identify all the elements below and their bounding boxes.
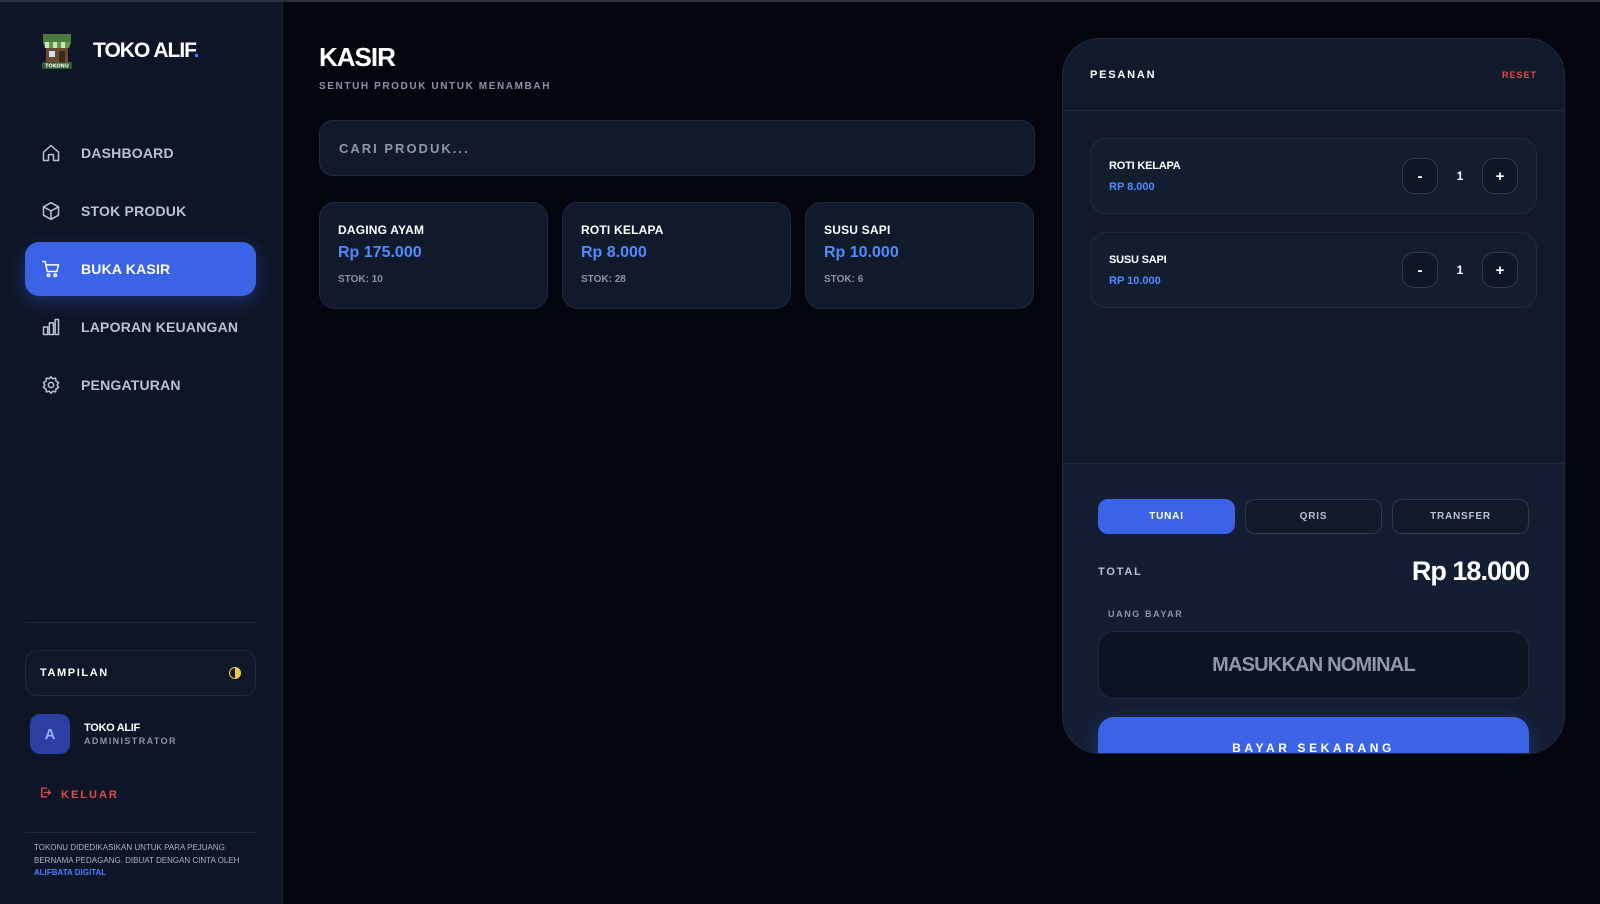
order-item-name: SUSU SAPI — [1109, 253, 1167, 266]
cart-icon — [41, 259, 61, 279]
product-stock: STOK: 6 — [824, 274, 864, 285]
search-bar — [319, 120, 1035, 176]
logout-icon — [39, 786, 52, 804]
sidebar: TOKONU TOKO ALIF. DASHBOARD STOK PRODUK … — [0, 2, 283, 904]
quantity-stepper: - 1 + — [1402, 252, 1518, 288]
cash-label: UANG BAYAR — [1108, 609, 1184, 619]
payment-transfer-button[interactable]: TRANSFER — [1392, 499, 1529, 534]
logout-label: KELUAR — [61, 789, 119, 801]
sidebar-item-dashboard[interactable]: DASHBOARD — [25, 126, 256, 180]
increase-quantity-button[interactable]: + — [1482, 252, 1518, 288]
order-item-name: ROTI KELAPA — [1109, 159, 1181, 172]
sidebar-nav: DASHBOARD STOK PRODUK BUKA KASIR LAPORAN… — [25, 126, 256, 416]
sidebar-item-label: LAPORAN KEUANGAN — [81, 319, 239, 335]
product-card[interactable]: ROTI KELAPA Rp 8.000 STOK: 28 — [562, 202, 791, 309]
order-header: PESANAN RESET — [1063, 39, 1564, 111]
quantity-value: 1 — [1456, 169, 1464, 183]
order-item-price: RP 10.000 — [1109, 274, 1161, 287]
sidebar-item-label: DASHBOARD — [81, 145, 174, 161]
total-row: TOTAL Rp 18.000 — [1098, 556, 1530, 587]
user-profile: A TOKO ALIF ADMINISTRATOR — [30, 714, 177, 754]
bar-chart-icon — [41, 317, 61, 337]
search-input[interactable] — [339, 140, 1034, 156]
cash-input-wrapper — [1098, 631, 1529, 699]
store-logo-icon: TOKONU — [40, 30, 74, 72]
theme-label: TAMPILAN — [40, 667, 109, 679]
footer-link[interactable]: ALIFBATA DIGITAL — [34, 868, 106, 877]
logout-button[interactable]: KELUAR — [39, 786, 119, 804]
sidebar-item-label: STOK PRODUK — [81, 203, 187, 219]
product-stock: STOK: 28 — [581, 274, 626, 285]
profile-name: TOKO ALIF — [84, 722, 140, 734]
product-name: ROTI KELAPA — [581, 223, 664, 237]
decrease-quantity-button[interactable]: - — [1402, 252, 1438, 288]
sidebar-item-label: BUKA KASIR — [81, 261, 171, 277]
theme-toggle[interactable]: TAMPILAN — [25, 650, 256, 696]
footer-note: TOKONU DIDEDIKASIKAN UNTUK PARA PEJUANG … — [34, 843, 240, 877]
product-name: DAGING AYAM — [338, 223, 425, 237]
product-grid: DAGING AYAM Rp 175.000 STOK: 10 ROTI KEL… — [319, 202, 1035, 309]
increase-quantity-button[interactable]: + — [1482, 158, 1518, 194]
sidebar-item-buka-kasir[interactable]: BUKA KASIR — [25, 242, 256, 296]
profile-role: ADMINISTRATOR — [84, 736, 177, 746]
decrease-quantity-button[interactable]: - — [1402, 158, 1438, 194]
avatar: A — [30, 714, 70, 754]
order-item-list: ROTI KELAPA RP 8.000 - 1 + SUSU SAPI RP … — [1063, 111, 1564, 463]
payment-method-selector: TUNAI QRIS TRANSFER — [1098, 499, 1529, 534]
quantity-stepper: - 1 + — [1402, 158, 1518, 194]
sidebar-item-pengaturan[interactable]: PENGATURAN — [25, 358, 256, 412]
checkout-section: TUNAI QRIS TRANSFER TOTAL Rp 18.000 UANG… — [1063, 463, 1564, 753]
product-price: Rp 175.000 — [338, 244, 422, 261]
product-price: Rp 8.000 — [581, 244, 647, 261]
box-icon — [41, 201, 61, 221]
product-price: Rp 10.000 — [824, 244, 899, 261]
sidebar-divider — [25, 622, 256, 623]
product-name: SUSU SAPI — [824, 223, 891, 237]
gear-icon — [41, 375, 61, 395]
product-stock: STOK: 10 — [338, 274, 383, 285]
order-item-price: RP 8.000 — [1109, 180, 1155, 193]
total-value: Rp 18.000 — [1411, 556, 1530, 586]
pay-now-button[interactable]: BAYAR SEKARANG — [1098, 717, 1529, 753]
order-item: SUSU SAPI RP 10.000 - 1 + — [1090, 232, 1537, 308]
sidebar-item-label: PENGATURAN — [81, 377, 181, 393]
sidebar-item-laporan-keuangan[interactable]: LAPORAN KEUANGAN — [25, 300, 256, 354]
total-label: TOTAL — [1098, 565, 1143, 578]
half-moon-icon — [229, 667, 241, 679]
cash-amount-input[interactable] — [1099, 653, 1528, 677]
payment-tunai-button[interactable]: TUNAI — [1098, 499, 1235, 534]
logo-text: TOKONU — [45, 64, 69, 70]
product-card[interactable]: DAGING AYAM Rp 175.000 STOK: 10 — [319, 202, 548, 309]
home-icon — [41, 143, 61, 163]
brand-name: TOKO ALIF. — [93, 39, 199, 62]
quantity-value: 1 — [1456, 263, 1464, 277]
order-item: ROTI KELAPA RP 8.000 - 1 + — [1090, 138, 1537, 214]
order-panel: PESANAN RESET ROTI KELAPA RP 8.000 - 1 +… — [1062, 38, 1565, 754]
order-title: PESANAN — [1090, 68, 1157, 81]
page-subtitle: SENTUH PRODUK UNTUK MENAMBAH — [319, 81, 552, 92]
sidebar-item-stok-produk[interactable]: STOK PRODUK — [25, 184, 256, 238]
sidebar-divider — [25, 832, 256, 833]
product-card[interactable]: SUSU SAPI Rp 10.000 STOK: 6 — [805, 202, 1034, 309]
page-title: KASIR — [319, 42, 396, 72]
reset-button[interactable]: RESET — [1502, 70, 1537, 80]
brand[interactable]: TOKONU TOKO ALIF. — [40, 30, 199, 72]
payment-qris-button[interactable]: QRIS — [1245, 499, 1382, 534]
